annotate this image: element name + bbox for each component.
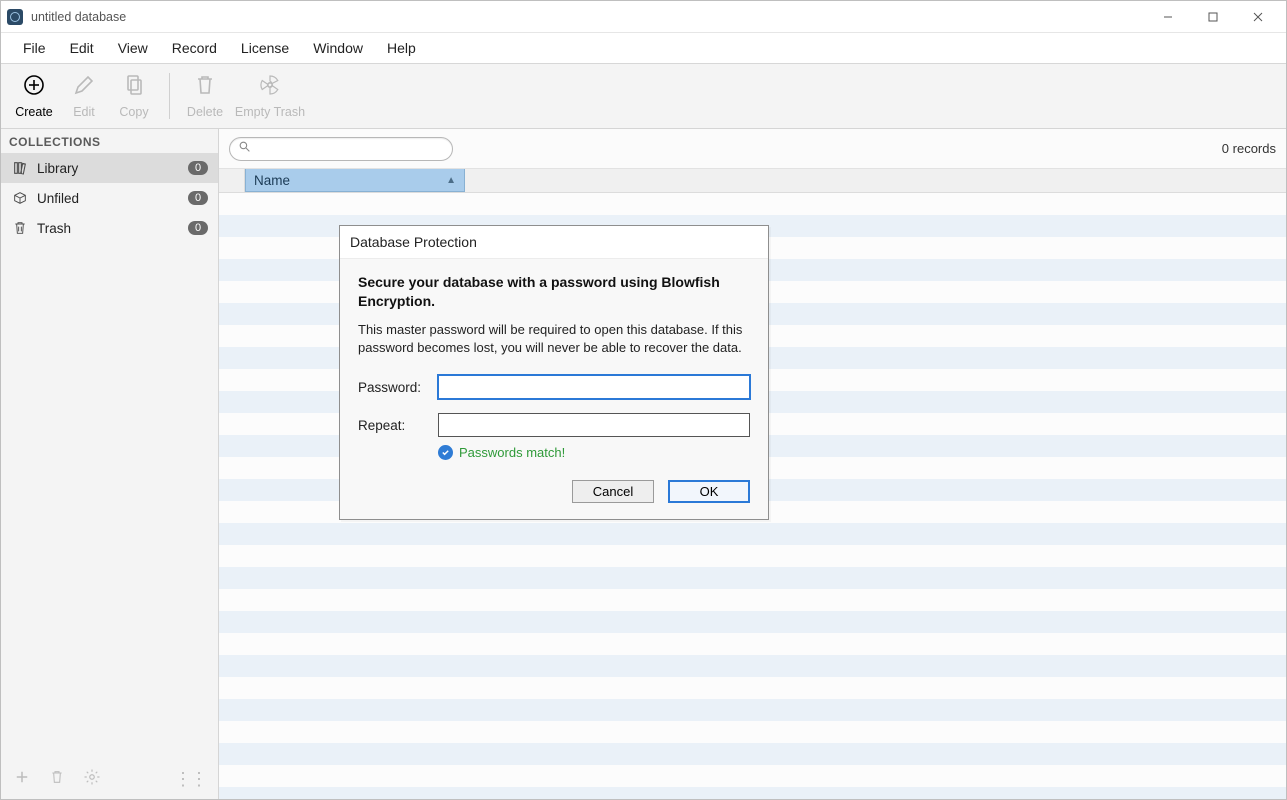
sidebar-item-count: 0 bbox=[188, 191, 208, 205]
table-row bbox=[219, 193, 1286, 215]
search-icon bbox=[238, 140, 251, 158]
sidebar-item-library[interactable]: Library 0 bbox=[1, 153, 218, 183]
check-circle-icon bbox=[438, 445, 453, 460]
dialog-heading: Secure your database with a password usi… bbox=[358, 273, 750, 311]
dialog-buttons: Cancel OK bbox=[358, 480, 750, 503]
dialog-body: Secure your database with a password usi… bbox=[340, 259, 768, 519]
sidebar-item-label: Trash bbox=[37, 221, 71, 236]
table-header: Name ▲ bbox=[219, 169, 1286, 193]
dialog-description: This master password will be required to… bbox=[358, 321, 750, 357]
sidebar-item-unfiled[interactable]: Unfiled 0 bbox=[1, 183, 218, 213]
toolbar-empty-trash[interactable]: Empty Trash bbox=[230, 68, 310, 124]
drag-handle-icon[interactable]: ⋮⋮ bbox=[174, 769, 206, 790]
window-controls bbox=[1145, 2, 1280, 32]
table-row bbox=[219, 611, 1286, 633]
menu-view[interactable]: View bbox=[106, 36, 160, 60]
table-row bbox=[219, 545, 1286, 567]
toolbar-create-label: Create bbox=[15, 105, 53, 119]
box-icon bbox=[11, 190, 29, 206]
trash-icon[interactable] bbox=[49, 769, 65, 790]
sidebar-item-label: Library bbox=[37, 161, 78, 176]
table-header-spacer bbox=[219, 169, 245, 192]
pencil-icon bbox=[72, 73, 96, 102]
close-button[interactable] bbox=[1235, 2, 1280, 32]
sidebar-footer: ⋮⋮ bbox=[1, 759, 218, 799]
column-name-label: Name bbox=[254, 173, 290, 188]
dialog-title: Database Protection bbox=[340, 226, 768, 259]
menu-license[interactable]: License bbox=[229, 36, 301, 60]
database-protection-dialog: Database Protection Secure your database… bbox=[339, 225, 769, 520]
toolbar-copy-label: Copy bbox=[119, 105, 148, 119]
password-label: Password: bbox=[358, 380, 438, 395]
toolbar-copy[interactable]: Copy bbox=[109, 68, 159, 124]
add-icon[interactable] bbox=[13, 768, 31, 791]
sidebar-header: COLLECTIONS bbox=[1, 129, 218, 153]
toolbar-empty-trash-label: Empty Trash bbox=[235, 105, 305, 119]
titlebar: untitled database bbox=[1, 1, 1286, 33]
sidebar-item-label: Unfiled bbox=[37, 191, 79, 206]
search-input[interactable] bbox=[255, 141, 444, 156]
toolbar-create[interactable]: Create bbox=[9, 68, 59, 124]
passwords-match-text: Passwords match! bbox=[459, 445, 565, 460]
table-row bbox=[219, 655, 1286, 677]
menu-window[interactable]: Window bbox=[301, 36, 375, 60]
window-title: untitled database bbox=[31, 10, 126, 24]
sidebar: COLLECTIONS Library 0 Unfiled 0 Trash 0 … bbox=[1, 129, 219, 799]
toolbar-delete-label: Delete bbox=[187, 105, 223, 119]
repeat-field-row: Repeat: bbox=[358, 413, 750, 437]
table-row bbox=[219, 721, 1286, 743]
plus-circle-icon bbox=[22, 73, 46, 102]
sidebar-item-count: 0 bbox=[188, 221, 208, 235]
trash-icon bbox=[193, 73, 217, 102]
sort-asc-icon: ▲ bbox=[446, 175, 456, 186]
toolbar-delete[interactable]: Delete bbox=[180, 68, 230, 124]
table-row bbox=[219, 523, 1286, 545]
copy-icon bbox=[122, 73, 146, 102]
password-field-row: Password: bbox=[358, 375, 750, 399]
repeat-label: Repeat: bbox=[358, 418, 438, 433]
trash-icon bbox=[11, 220, 29, 236]
toolbar-edit-label: Edit bbox=[73, 105, 95, 119]
table-row bbox=[219, 743, 1286, 765]
table-row bbox=[219, 633, 1286, 655]
menubar: File Edit View Record License Window Hel… bbox=[1, 33, 1286, 64]
column-name[interactable]: Name ▲ bbox=[245, 169, 465, 192]
table-row bbox=[219, 589, 1286, 611]
table-row bbox=[219, 677, 1286, 699]
table-row bbox=[219, 699, 1286, 721]
radiation-icon bbox=[258, 73, 282, 102]
records-count: 0 records bbox=[1222, 141, 1276, 156]
app-icon bbox=[7, 9, 23, 25]
cancel-button[interactable]: Cancel bbox=[572, 480, 654, 503]
menu-file[interactable]: File bbox=[11, 36, 58, 60]
menu-edit[interactable]: Edit bbox=[58, 36, 106, 60]
minimize-button[interactable] bbox=[1145, 2, 1190, 32]
table-row bbox=[219, 765, 1286, 787]
maximize-button[interactable] bbox=[1190, 2, 1235, 32]
main-toolbar: 0 records bbox=[219, 129, 1286, 169]
toolbar: Create Edit Copy Delete Empty Trash bbox=[1, 64, 1286, 129]
repeat-input[interactable] bbox=[438, 413, 750, 437]
menu-help[interactable]: Help bbox=[375, 36, 428, 60]
books-icon bbox=[11, 160, 29, 176]
search-input-wrap[interactable] bbox=[229, 137, 453, 161]
ok-button[interactable]: OK bbox=[668, 480, 750, 503]
table-row bbox=[219, 567, 1286, 589]
password-input[interactable] bbox=[438, 375, 750, 399]
toolbar-edit[interactable]: Edit bbox=[59, 68, 109, 124]
gear-icon[interactable] bbox=[83, 768, 101, 791]
sidebar-item-count: 0 bbox=[188, 161, 208, 175]
menu-record[interactable]: Record bbox=[160, 36, 229, 60]
passwords-match-row: Passwords match! bbox=[438, 445, 750, 460]
table-row bbox=[219, 787, 1286, 799]
sidebar-item-trash[interactable]: Trash 0 bbox=[1, 213, 218, 243]
toolbar-separator bbox=[169, 73, 170, 119]
